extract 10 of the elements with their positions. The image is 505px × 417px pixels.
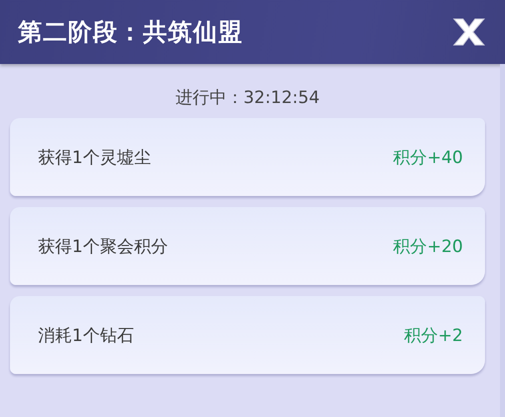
countdown-text: 进行中：32:12:54	[174, 87, 321, 110]
window-title: 第二阶段：共筑仙盟	[18, 17, 243, 48]
reward-points: 积分+2	[404, 324, 463, 346]
reward-points: 积分+20	[393, 236, 463, 258]
task-label: 消耗1个钻石	[38, 324, 134, 346]
close-icon	[451, 17, 487, 47]
reward-points: 积分+40	[393, 146, 463, 168]
close-button[interactable]	[451, 17, 487, 47]
task-label: 获得1个聚会积分	[38, 236, 168, 258]
task-label: 获得1个灵墟尘	[38, 146, 151, 168]
